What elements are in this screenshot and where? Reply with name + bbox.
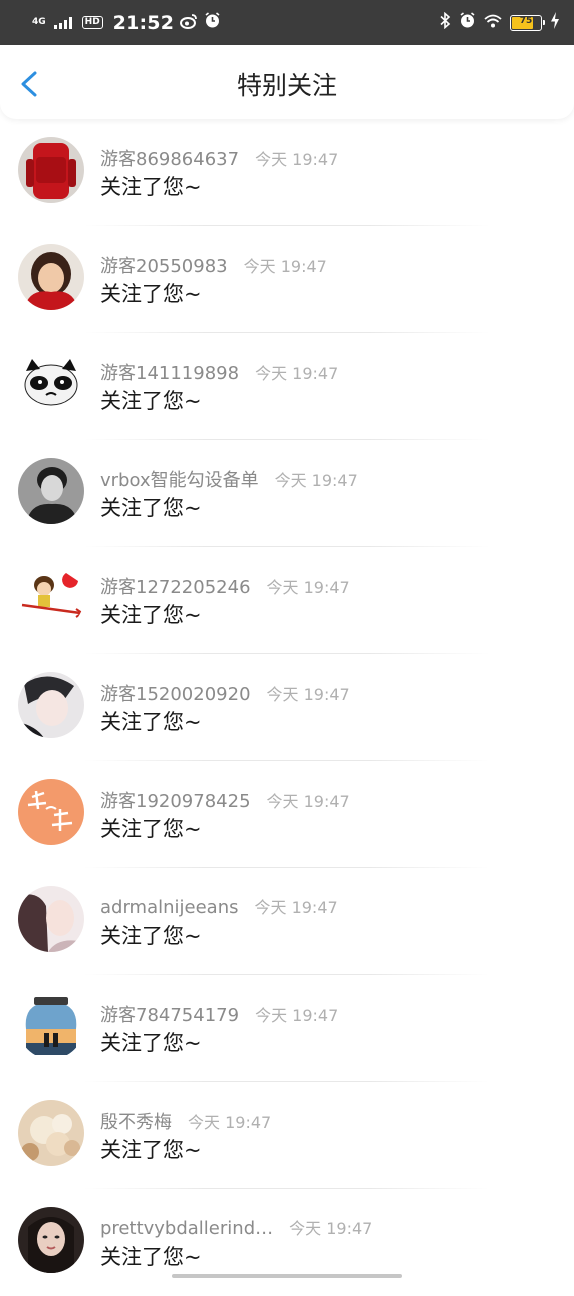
follow-time: 今天 19:47: [266, 792, 350, 811]
avatar[interactable]: [18, 244, 84, 310]
avatar[interactable]: [18, 1207, 84, 1273]
follow-message: 关注了您~: [100, 389, 202, 413]
list-item[interactable]: 游客1920978425 今天 19:47 关注了您~: [0, 761, 574, 868]
avatar[interactable]: [18, 458, 84, 524]
follow-message: 关注了您~: [100, 282, 202, 306]
nav-header: 特别关注: [0, 45, 574, 119]
follow-time: 今天 19:47: [274, 471, 358, 490]
avatar[interactable]: [18, 672, 84, 738]
user-name[interactable]: 游客1272205246: [100, 573, 251, 599]
follow-time: 今天 19:47: [243, 257, 327, 276]
user-name[interactable]: 游客869864637: [100, 145, 239, 171]
charging-icon: [550, 12, 560, 33]
list-item[interactable]: 游客1520020920 今天 19:47 关注了您~: [0, 654, 574, 761]
home-indicator[interactable]: [172, 1274, 402, 1278]
user-name[interactable]: 游客20550983: [100, 252, 228, 278]
bluetooth-icon: [439, 11, 451, 33]
avatar[interactable]: [18, 886, 84, 952]
list-item[interactable]: 游客20550983 今天 19:47 关注了您~: [0, 226, 574, 333]
avatar[interactable]: [18, 779, 84, 845]
follow-time: 今天 19:47: [266, 578, 350, 597]
list-item[interactable]: 游客1272205246 今天 19:47 关注了您~: [0, 547, 574, 654]
list-item[interactable]: vrbox智能勾设备单 今天 19:47 关注了您~: [0, 440, 574, 547]
avatar[interactable]: [18, 565, 84, 631]
network-indicator: 4G: [32, 18, 46, 27]
follow-time: 今天 19:47: [188, 1113, 272, 1132]
list-item[interactable]: 游客869864637 今天 19:47 关注了您~: [0, 119, 574, 226]
alarm-icon: [459, 12, 476, 33]
hd-badge: HD: [81, 16, 103, 29]
list-item[interactable]: 游客784754179 今天 19:47 关注了您~: [0, 975, 574, 1082]
avatar[interactable]: [18, 993, 84, 1059]
user-name[interactable]: 游客1520020920: [100, 680, 251, 706]
follow-time: 今天 19:47: [289, 1219, 373, 1238]
wifi-icon: [484, 13, 502, 32]
follow-message: 关注了您~: [100, 924, 202, 948]
follow-time: 今天 19:47: [255, 150, 339, 169]
avatar[interactable]: [18, 137, 84, 203]
user-name[interactable]: 游客784754179: [100, 1001, 239, 1027]
list-item[interactable]: adrmalnijeeans 今天 19:47 关注了您~: [0, 868, 574, 975]
follow-message: 关注了您~: [100, 817, 202, 841]
weibo-icon: [180, 13, 198, 33]
follow-message: 关注了您~: [100, 1031, 202, 1055]
signal-icon: [53, 16, 72, 29]
user-name[interactable]: prettvybdallerind…: [100, 1218, 273, 1239]
list-item[interactable]: 游客141119898 今天 19:47 关注了您~: [0, 333, 574, 440]
user-name[interactable]: adrmalnijeeans: [100, 897, 238, 918]
follow-message: 关注了您~: [100, 175, 202, 199]
follow-time: 今天 19:47: [254, 898, 338, 917]
list-item[interactable]: 殷不秀梅 今天 19:47 关注了您~: [0, 1082, 574, 1189]
avatar[interactable]: [18, 1100, 84, 1166]
status-bar: 4G HD 21:52 75: [0, 0, 574, 45]
follow-message: 关注了您~: [100, 603, 202, 627]
avatar[interactable]: [18, 351, 84, 417]
follow-message: 关注了您~: [100, 1138, 202, 1162]
follow-message: 关注了您~: [100, 710, 202, 734]
follow-message: 关注了您~: [100, 1245, 202, 1269]
page-title: 特别关注: [236, 71, 337, 100]
alarm-icon: [204, 12, 221, 33]
battery-icon: 75: [510, 14, 545, 31]
network-type: 4G: [32, 17, 46, 27]
follow-time: 今天 19:47: [266, 685, 350, 704]
user-name[interactable]: vrbox智能勾设备单: [100, 466, 259, 492]
battery-level: 75: [519, 15, 533, 26]
follow-message: 关注了您~: [100, 496, 202, 520]
user-name[interactable]: 殷不秀梅: [100, 1108, 172, 1134]
follow-time: 今天 19:47: [255, 364, 339, 383]
user-name[interactable]: 游客141119898: [100, 359, 239, 385]
user-name[interactable]: 游客1920978425: [100, 787, 251, 813]
status-time: 21:52: [112, 11, 175, 34]
follow-time: 今天 19:47: [255, 1006, 339, 1025]
follow-list: 游客869864637 今天 19:47 关注了您~ 游客20550983 今天…: [0, 119, 574, 1280]
